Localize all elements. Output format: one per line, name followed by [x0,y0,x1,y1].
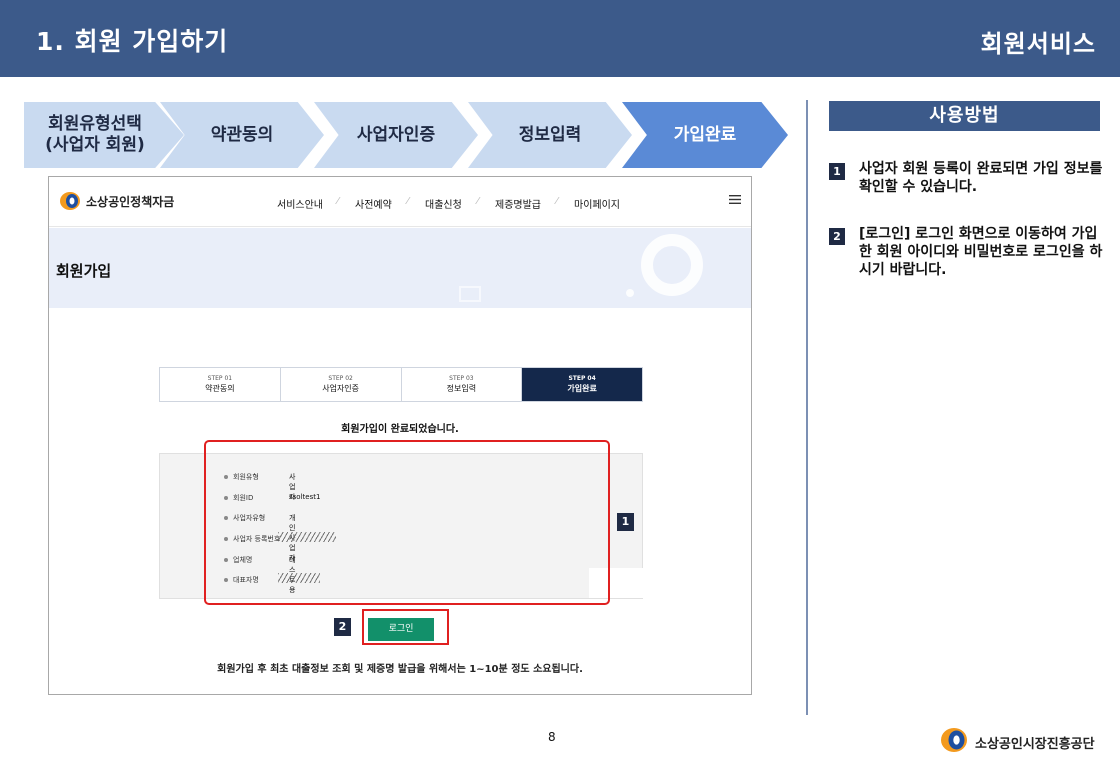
step-label: 정보입력 [446,384,477,393]
menu-separator: ⁄ [407,196,409,207]
menu-pre-reservation[interactable]: 사전예약 [355,196,392,211]
page-banner: 회원가입 [49,228,751,308]
menu-certificate[interactable]: 제증명발급 [495,196,541,211]
decorative-dot [626,289,634,297]
callout-badge-2: 2 [334,618,351,636]
step-terms: 약관동의 [160,102,324,168]
step-label: 약관동의 [210,124,274,145]
vertical-divider [806,100,808,715]
page-title: 1. 회원 가입하기 [36,27,229,56]
menu-loan-application[interactable]: 대출신청 [425,196,462,211]
step-number: STEP 04 [568,375,596,382]
tip-number-badge: 1 [829,163,845,180]
login-button[interactable]: 로그인 [368,618,434,641]
step-label: 가입완료 [673,124,737,145]
step-complete: 가입완료 [622,102,788,168]
usage-tip-1: 1 사업자 회원 등록이 완료되면 가입 정보를 확인할 수 있습니다. [829,160,1104,196]
tip-text: 사업자 회원 등록이 완료되면 가입 정보를 확인할 수 있습니다. [859,161,1103,195]
step-label: 사업자인증 [322,384,360,393]
callout-badge-1: 1 [617,513,634,531]
step-info-input: 정보입력 [468,102,632,168]
signup-step-2: STEP 02 사업자인증 [280,368,402,401]
signup-complete-message: 회원가입이 완료되었습니다. [341,424,459,435]
page-number: 8 [548,730,556,744]
step-member-type: 회원유형선택 (사업자 회원) [24,102,184,168]
banner-title: 회원가입 [56,262,112,280]
menu-separator: ⁄ [556,196,558,207]
menu-separator: ⁄ [337,196,339,207]
usage-heading: 사용방법 [829,101,1100,131]
menu-mypage[interactable]: 마이페이지 [574,196,620,211]
signup-note: 회원가입 후 최초 대출정보 조회 및 제증명 발급을 위해서는 1~10분 정… [217,664,583,675]
step-label: 약관동의 [205,384,235,393]
tip-number-badge: 2 [829,228,845,245]
menu-service-guide[interactable]: 서비스안내 [277,196,323,211]
section-title: 회원서비스 [980,30,1096,58]
step-number: STEP 03 [449,375,474,382]
step-label: 가입완료 [567,384,597,393]
agency-logo-icon [60,192,80,210]
step-number: STEP 01 [207,375,233,382]
organization-name: 소상공인시장진흥공단 [975,737,1095,752]
signup-step-indicator: STEP 01 약관동의 STEP 02 사업자인증 STEP 03 정보입력 … [159,367,643,402]
step-business-auth: 사업자인증 [314,102,478,168]
decorative-ring [641,234,703,296]
signup-step-1: STEP 01 약관동의 [160,368,281,401]
hamburger-menu-icon[interactable] [729,195,741,204]
process-steps: 회원유형선택 (사업자 회원) 약관동의 사업자인증 정보입력 가입완료 [24,102,794,168]
signup-step-4: STEP 04 가입완료 [522,368,642,401]
step-label: 사업자인증 [356,124,436,145]
signup-complete-screenshot: 소상공인정책자금 서비스안내 ⁄ 사전예약 ⁄ 대출신청 ⁄ 제증명발급 ⁄ 마… [48,176,752,695]
site-nav: 소상공인정책자금 서비스안내 ⁄ 사전예약 ⁄ 대출신청 ⁄ 제증명발급 ⁄ 마… [49,177,751,227]
menu-separator: ⁄ [477,196,479,207]
tip-text: [로그인] 로그인 화면으로 이동하여 가입한 회원 아이디와 비밀번호로 로그… [859,226,1103,278]
step-label: 정보입력 [518,124,582,145]
step-label: 회원유형선택 (사업자 회원) [45,114,145,155]
organization-logo-icon [941,728,967,752]
highlight-box-info [204,440,610,605]
site-logo-text: 소상공인정책자금 [86,195,175,209]
signup-step-3: STEP 03 정보입력 [401,368,523,401]
decorative-shape [459,286,481,302]
usage-tip-2: 2 [로그인] 로그인 화면으로 이동하여 가입한 회원 아이디와 비밀번호로 … [829,225,1104,279]
step-number: STEP 02 [328,375,353,382]
